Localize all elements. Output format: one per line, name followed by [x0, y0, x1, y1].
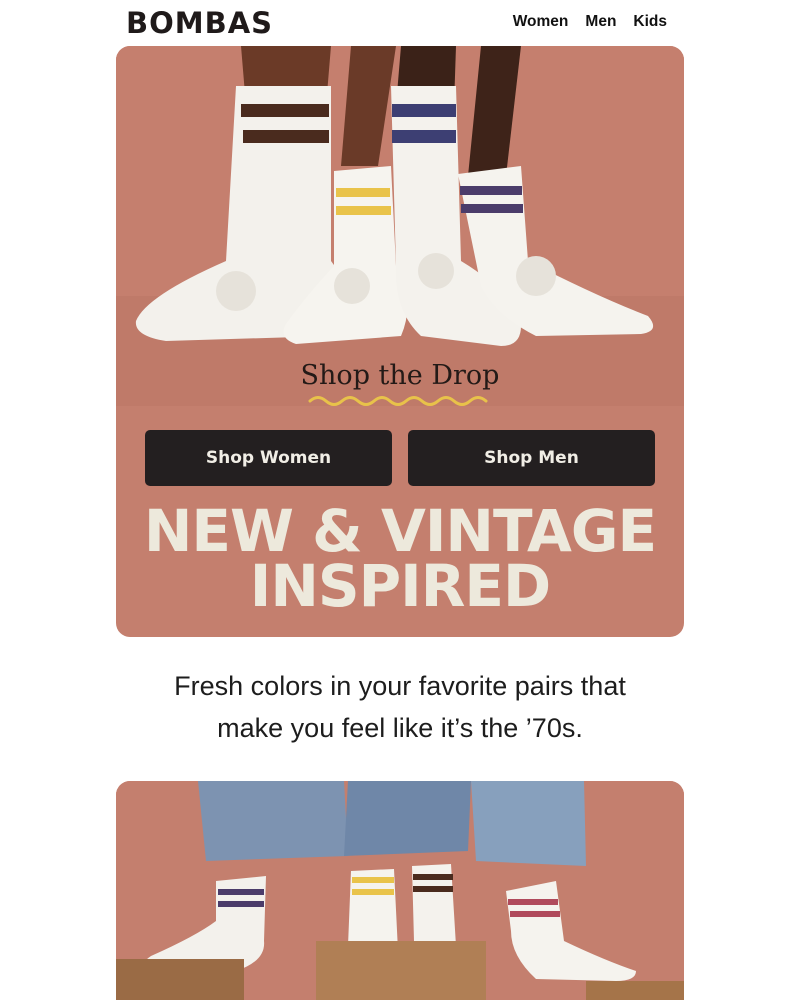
hero-socks-image[interactable]	[116, 46, 684, 406]
shop-women-button[interactable]: Shop Women	[145, 430, 392, 486]
second-banner[interactable]	[116, 781, 684, 1000]
intro-line-1: Fresh colors in your favorite pairs that	[174, 671, 626, 701]
headline-line-2: INSPIRED	[249, 552, 551, 620]
intro-line-2: make you feel like it’s the ’70s.	[217, 713, 583, 743]
header: BOMBAS Women Men Kids	[0, 0, 800, 46]
nav-link-women[interactable]: Women	[513, 12, 569, 32]
hero-headline: NEW & VINTAGE INSPIRED	[116, 497, 684, 620]
hero-banner[interactable]: Shop the Drop Shop Women Shop Men NEW & …	[116, 46, 684, 637]
headline-line-1: NEW & VINTAGE	[143, 497, 657, 565]
intro-copy: Fresh colors in your favorite pairs that…	[150, 665, 650, 749]
top-nav: Women Men Kids	[513, 12, 667, 32]
shop-the-drop-title: Shop the Drop	[300, 360, 500, 391]
nav-link-kids[interactable]: Kids	[633, 12, 667, 32]
nav-link-men[interactable]: Men	[585, 12, 616, 32]
brand-logo[interactable]: BOMBAS	[126, 6, 273, 40]
wavy-underline	[308, 396, 488, 406]
second-banner-image[interactable]	[116, 781, 684, 1000]
shop-men-button[interactable]: Shop Men	[408, 430, 655, 486]
